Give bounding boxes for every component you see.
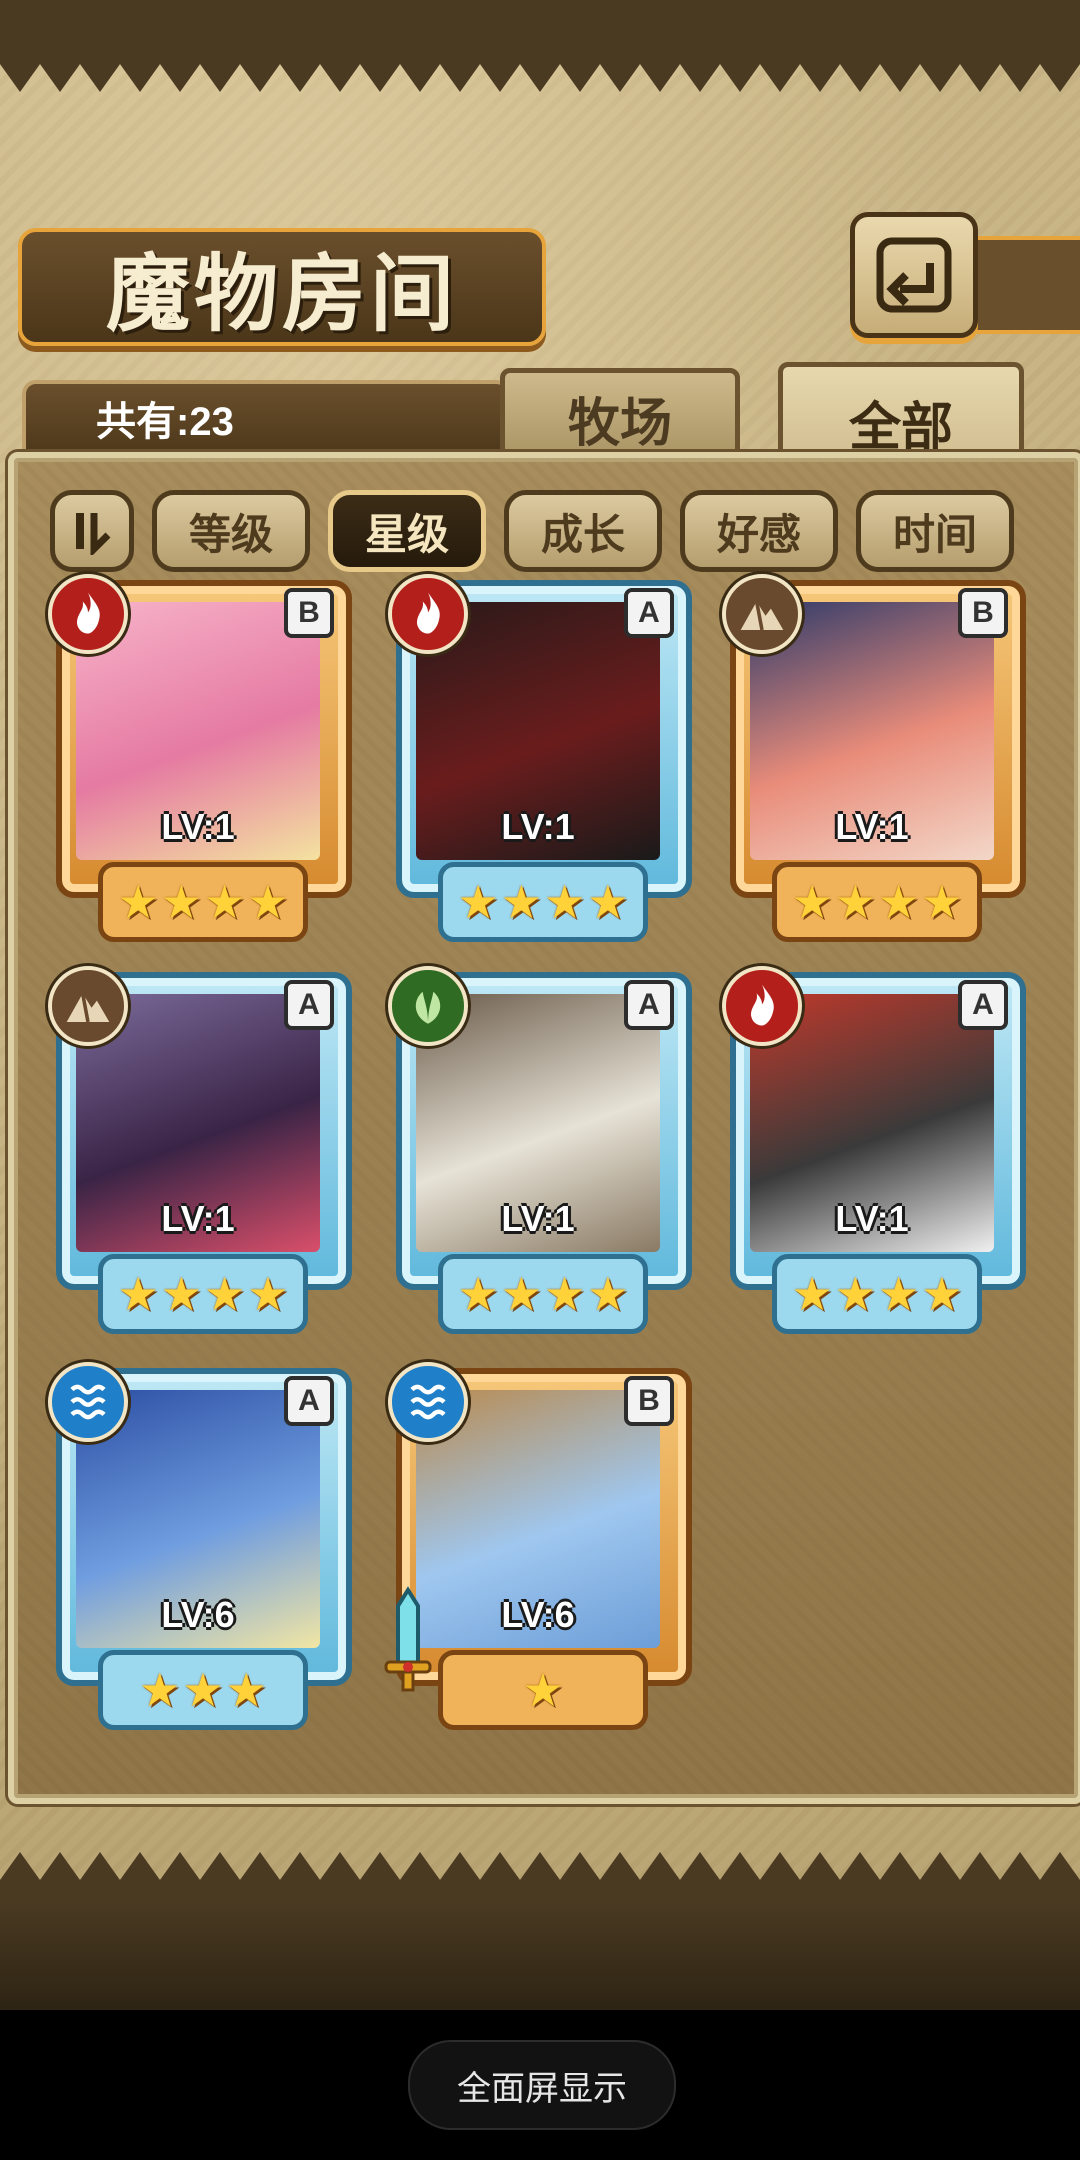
- sort-affection-button[interactable]: 好感: [680, 490, 838, 572]
- star-icon: ★: [117, 876, 159, 928]
- star-icon: ★: [182, 1664, 224, 1716]
- game-screen: 魔物房间 共有:23 牧场 全部 等级 星级 成长 好感 时间 B LV:1 ★…: [0, 0, 1080, 2010]
- star-icon: ★: [139, 1664, 181, 1716]
- rank-badge: B: [958, 588, 1008, 638]
- sort-level-button[interactable]: 等级: [152, 490, 310, 572]
- zigzag-top-border: [0, 44, 1080, 92]
- monster-level: LV:1: [501, 806, 575, 847]
- rank-badge: A: [284, 980, 334, 1030]
- monster-level: LV:1: [501, 1198, 575, 1239]
- sort-growth-label: 成长: [540, 510, 625, 558]
- fire-element-icon: [388, 574, 468, 654]
- star-icon: ★: [500, 1268, 542, 1320]
- water-element-icon: [388, 1362, 468, 1442]
- star-rating: ★ ★ ★ ★: [438, 1254, 648, 1334]
- bottom-border: [0, 1900, 1080, 2010]
- monster-card[interactable]: A LV:1 ★ ★ ★ ★: [48, 966, 352, 1334]
- star-icon: ★: [457, 876, 499, 928]
- monster-level: LV:1: [161, 1198, 235, 1239]
- star-rating: ★ ★ ★: [98, 1650, 308, 1730]
- star-icon: ★: [544, 1268, 586, 1320]
- monster-count: 共有:23: [96, 400, 234, 444]
- star-rating: ★ ★ ★ ★: [98, 862, 308, 942]
- monster-level: LV:6: [161, 1594, 235, 1635]
- star-icon: ★: [225, 1664, 267, 1716]
- tab-ranch-label: 牧场: [567, 392, 672, 454]
- star-rating: ★ ★ ★ ★: [772, 1254, 982, 1334]
- star-icon: ★: [834, 876, 876, 928]
- star-icon: ★: [834, 1268, 876, 1320]
- star-icon: ★: [921, 876, 963, 928]
- return-arrow-icon: [876, 237, 952, 313]
- star-icon: ★: [500, 876, 542, 928]
- star-icon: ★: [160, 1268, 202, 1320]
- star-icon: ★: [791, 876, 833, 928]
- sort-order-toggle[interactable]: [50, 490, 134, 572]
- monster-level: LV:6: [501, 1594, 575, 1635]
- zigzag-bottom-border: [0, 1852, 1080, 1900]
- rank-badge: A: [624, 980, 674, 1030]
- sort-stars-label: 星级: [364, 510, 449, 558]
- star-icon: ★: [878, 1268, 920, 1320]
- fire-element-icon: [48, 574, 128, 654]
- top-border: [0, 0, 1080, 44]
- star-icon: ★: [247, 876, 289, 928]
- sort-time-button[interactable]: 时间: [856, 490, 1014, 572]
- water-element-icon: [48, 1362, 128, 1442]
- star-icon: ★: [878, 876, 920, 928]
- sword-icon: [378, 1586, 438, 1696]
- monster-card[interactable]: B LV:6 ★: [384, 1362, 692, 1730]
- title-plate: 魔物房间: [18, 228, 546, 346]
- rank-badge: A: [284, 1376, 334, 1426]
- sort-level-label: 等级: [188, 510, 273, 558]
- star-rating: ★: [438, 1650, 648, 1730]
- star-icon: ★: [587, 876, 629, 928]
- rank-badge: A: [958, 980, 1008, 1030]
- sort-affection-label: 好感: [716, 510, 801, 558]
- star-icon: ★: [160, 876, 202, 928]
- monster-card[interactable]: A LV:1 ★ ★ ★ ★: [388, 966, 692, 1334]
- star-icon: ★: [117, 1268, 159, 1320]
- star-icon: ★: [457, 1268, 499, 1320]
- star-icon: ★: [791, 1268, 833, 1320]
- star-rating: ★ ★ ★ ★: [438, 862, 648, 942]
- star-icon: ★: [544, 876, 586, 928]
- monster-card[interactable]: B LV:1 ★ ★ ★ ★: [48, 574, 352, 942]
- fire-element-icon: [722, 966, 802, 1046]
- sort-time-label: 时间: [892, 510, 977, 558]
- star-icon: ★: [204, 876, 246, 928]
- rank-badge: B: [284, 588, 334, 638]
- monster-card[interactable]: A LV:1 ★ ★ ★ ★: [388, 574, 692, 942]
- monster-level: LV:1: [161, 806, 235, 847]
- monster-level: LV:1: [835, 806, 909, 847]
- star-icon: ★: [921, 1268, 963, 1320]
- star-icon: ★: [587, 1268, 629, 1320]
- fullscreen-display-button[interactable]: 全面屏显示: [408, 2040, 676, 2130]
- monster-card[interactable]: B LV:1 ★ ★ ★ ★: [722, 574, 1026, 942]
- monster-card[interactable]: A LV:1 ★ ★ ★ ★: [722, 966, 1026, 1334]
- tab-all-label: 全部: [848, 396, 953, 458]
- back-button-rail: [975, 236, 1080, 334]
- monster-card[interactable]: A LV:6 ★ ★ ★: [48, 1362, 352, 1730]
- rank-badge: A: [624, 588, 674, 638]
- sort-growth-button[interactable]: 成长: [504, 490, 662, 572]
- star-rating: ★ ★ ★ ★: [772, 862, 982, 942]
- fullscreen-display-label: 全面屏显示: [457, 2069, 627, 2108]
- star-icon: ★: [247, 1268, 289, 1320]
- monster-level: LV:1: [835, 1198, 909, 1239]
- sort-toggle-icon: [76, 513, 111, 555]
- star-icon: ★: [522, 1664, 564, 1716]
- rank-badge: B: [624, 1376, 674, 1426]
- wood-element-icon: [388, 966, 468, 1046]
- sort-stars-button[interactable]: 星级: [328, 490, 486, 572]
- back-button[interactable]: [850, 212, 978, 338]
- page-title: 魔物房间: [105, 243, 458, 343]
- earth-element-icon: [48, 966, 128, 1046]
- earth-element-icon: [722, 574, 802, 654]
- star-icon: ★: [204, 1268, 246, 1320]
- star-rating: ★ ★ ★ ★: [98, 1254, 308, 1334]
